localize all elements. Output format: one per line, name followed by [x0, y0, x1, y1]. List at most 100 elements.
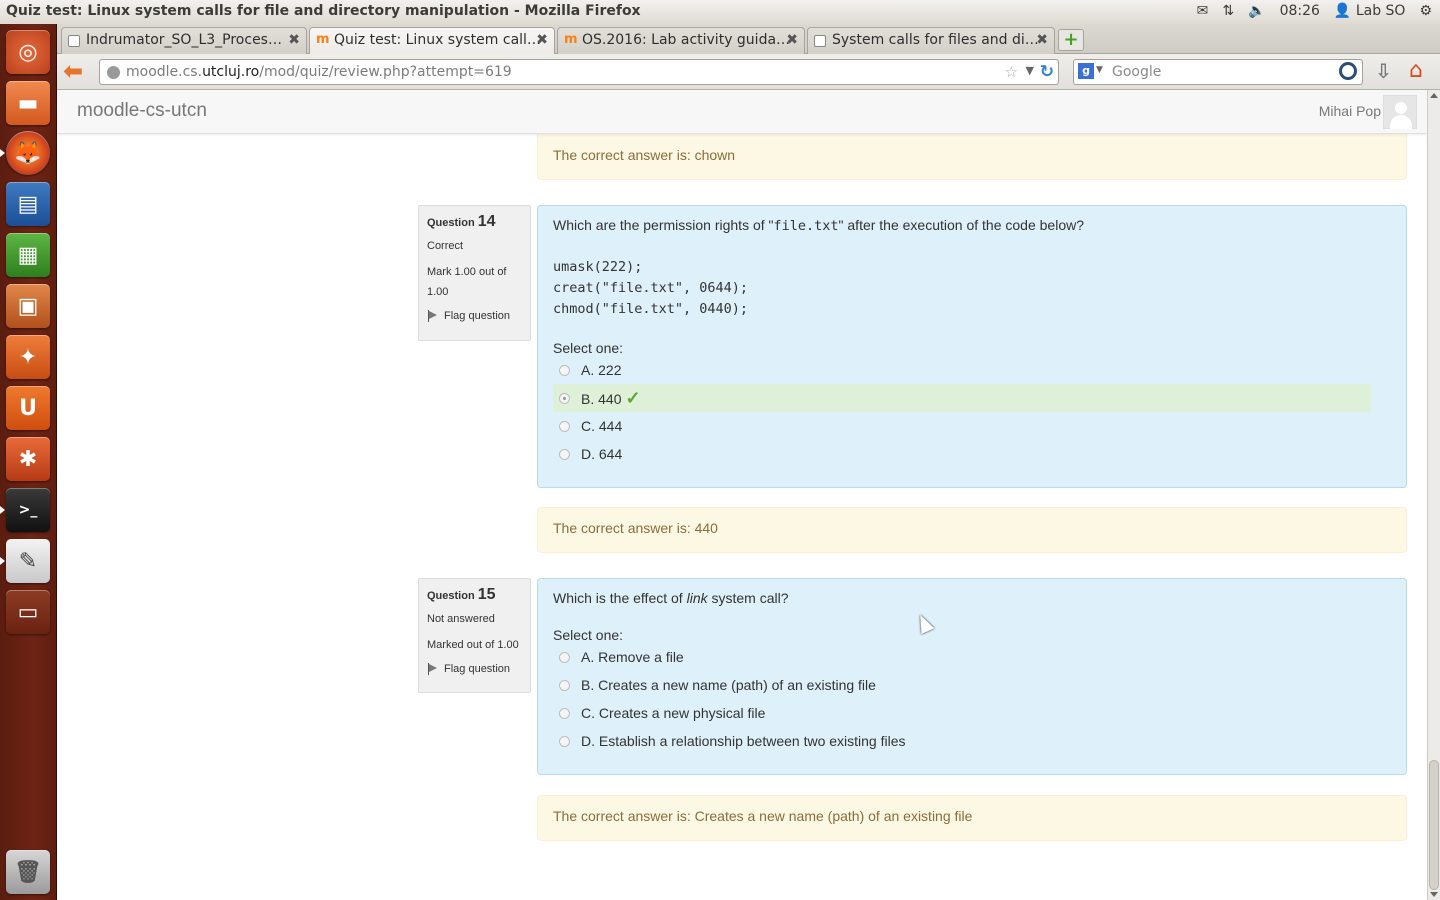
home-icon[interactable]: ⌂	[1409, 58, 1433, 83]
ubuntu-one-icon[interactable]: U	[6, 386, 50, 430]
engine-dropdown-icon[interactable]: ▼	[1096, 65, 1103, 75]
url-bar[interactable]: moodle.cs.utcluj.ro/mod/quiz/review.php?…	[99, 59, 1059, 85]
page-icon	[814, 35, 826, 47]
flag-question-link[interactable]: Flag question	[427, 310, 522, 322]
avatar[interactable]	[1383, 95, 1417, 129]
writer-icon[interactable]: ▤	[6, 182, 50, 226]
ubuntu-dash-icon[interactable]: ◎	[6, 30, 50, 74]
search-icon[interactable]	[1339, 62, 1357, 80]
terminal-icon[interactable]: >_	[6, 488, 50, 532]
google-icon[interactable]: g	[1078, 63, 1094, 79]
answer-option-d[interactable]: D. Establish a relationship between two …	[553, 727, 1391, 755]
tab-quiz-test[interactable]: m Quiz test: Linux system call… ✖	[309, 27, 555, 54]
tab-label: Quiz test: Linux system call…	[334, 32, 541, 48]
close-tab-icon[interactable]: ✖	[536, 32, 548, 48]
impress-icon[interactable]: ▣	[6, 284, 50, 328]
radio-button[interactable]	[559, 393, 570, 404]
moodle-icon: m	[316, 32, 330, 47]
option-label: A. 222	[581, 362, 622, 378]
network-icon[interactable]: ⇅	[1222, 3, 1234, 19]
question-number-value: 14	[477, 213, 496, 230]
site-brand[interactable]: moodle-cs-utcn	[77, 100, 207, 122]
back-arrow-icon[interactable]: ⬅	[63, 59, 89, 85]
launcher: ◎ ▬ 🦊 ▤ ▦ ▣ ✦ U ✱ >_ ✎ ▭ 🗑	[0, 24, 57, 900]
question-grade: Mark 1.00 out of 1.00	[427, 266, 507, 298]
flag-icon	[427, 663, 438, 675]
answer-option-a[interactable]: A. 222	[553, 356, 1391, 384]
scroll-up-icon[interactable]	[1430, 93, 1438, 98]
checkmark-icon: ✓	[625, 388, 641, 408]
feedback-15: The correct answer is: Creates a new nam…	[537, 795, 1407, 841]
system-settings-icon[interactable]: ✱	[6, 437, 50, 481]
volume-icon[interactable]: 🔈	[1248, 3, 1265, 19]
option-label: A. Remove a file	[581, 649, 684, 665]
scroll-thumb[interactable]	[1429, 760, 1439, 890]
tab-system-calls[interactable]: System calls for files and di… ✖	[807, 27, 1055, 54]
close-tab-icon[interactable]: ✖	[786, 32, 798, 48]
correct-answer-text: The correct answer is: 440	[553, 520, 718, 536]
calc-icon[interactable]: ▦	[6, 233, 50, 277]
clock[interactable]: 08:26	[1280, 3, 1320, 19]
question-text-part: " after the execution of the code below?	[838, 217, 1084, 233]
mail-icon[interactable]: ✉	[1197, 3, 1209, 19]
tab-indrumator[interactable]: Indrumator_SO_L3_Proces… ✖	[61, 27, 307, 54]
tab-label: Indrumator_SO_L3_Proces…	[86, 32, 282, 48]
flag-label: Flag question	[444, 663, 511, 675]
history-dropdown-icon[interactable]: ▼	[1026, 64, 1034, 77]
option-label: B. Creates a new name (path) of an exist…	[581, 677, 876, 693]
question-code-inline: file.txt	[773, 218, 839, 234]
flag-label: Flag question	[444, 310, 511, 322]
radio-button[interactable]	[559, 708, 570, 719]
tab-lab-activity[interactable]: m OS.2016: Lab activity guida… ✖	[557, 27, 805, 54]
answer-option-d[interactable]: D. 644	[553, 440, 1391, 468]
answer-option-c[interactable]: C. 444	[553, 412, 1391, 440]
radio-button[interactable]	[559, 365, 570, 376]
question-text-part: Which are the permission rights of "	[553, 217, 774, 233]
trash-icon[interactable]: 🗑	[6, 850, 50, 894]
bookmark-star-icon[interactable]: ☆	[1005, 63, 1018, 81]
software-center-icon[interactable]: ✦	[6, 335, 50, 379]
scroll-down-icon[interactable]	[1430, 892, 1438, 897]
reload-icon[interactable]: ↻	[1040, 62, 1054, 82]
radio-button[interactable]	[559, 680, 570, 691]
close-tab-icon[interactable]: ✖	[288, 32, 300, 48]
user-name[interactable]: Mihai Pop	[1319, 103, 1381, 119]
question-label: Question	[427, 217, 475, 229]
answer-option-c[interactable]: C. Creates a new physical file	[553, 699, 1391, 727]
answer-option-a[interactable]: A. Remove a file	[553, 643, 1391, 671]
flag-question-link[interactable]: Flag question	[427, 663, 522, 675]
download-arrow-icon[interactable]: ⇩	[1375, 59, 1392, 83]
answer-option-b[interactable]: B. 440 ✓	[553, 384, 1371, 412]
radio-button[interactable]	[559, 421, 570, 432]
moodle-icon: m	[564, 32, 578, 47]
text-editor-icon[interactable]: ✎	[6, 539, 50, 583]
radio-button[interactable]	[559, 449, 570, 460]
answer-option-b[interactable]: B. Creates a new name (path) of an exist…	[553, 671, 1391, 699]
search-placeholder: Google	[1112, 64, 1162, 80]
user-menu[interactable]: 👤 Lab SO	[1334, 3, 1406, 19]
close-tab-icon[interactable]: ✖	[1036, 32, 1048, 48]
settings-gear-icon[interactable]: ⚙	[1419, 3, 1432, 19]
new-tab-plus-icon[interactable]: +	[1058, 29, 1084, 51]
question-text-emphasis: link	[686, 590, 708, 606]
select-one-label: Select one:	[553, 627, 624, 643]
question-box-15: Which is the effect of link system call?…	[537, 578, 1407, 775]
question-label: Question	[427, 590, 475, 602]
vertical-scrollbar[interactable]	[1427, 90, 1440, 900]
question-number: Question 14	[427, 213, 522, 231]
question-state: Correct	[427, 240, 464, 252]
firefox-icon[interactable]: 🦊	[6, 131, 50, 175]
tab-strip: Indrumator_SO_L3_Proces… ✖ m Quiz test: …	[57, 24, 1440, 54]
radio-button[interactable]	[559, 736, 570, 747]
moodle-navbar: moodle-cs-utcn Mihai Pop	[57, 90, 1427, 134]
option-label: B. 440	[581, 391, 622, 407]
question-text-part: system call?	[707, 590, 789, 606]
question-info-15: Question 15 Not answered Marked out of 1…	[418, 578, 531, 693]
tab-label: System calls for files and di…	[832, 32, 1039, 48]
workspace-switcher-icon[interactable]: ▭	[6, 590, 50, 634]
question-text: Which is the effect of link system call?	[553, 589, 1391, 607]
page-icon	[68, 35, 80, 47]
search-bar[interactable]: g ▼ Google	[1073, 59, 1363, 85]
radio-button[interactable]	[559, 652, 570, 663]
files-icon[interactable]: ▬	[6, 81, 50, 125]
